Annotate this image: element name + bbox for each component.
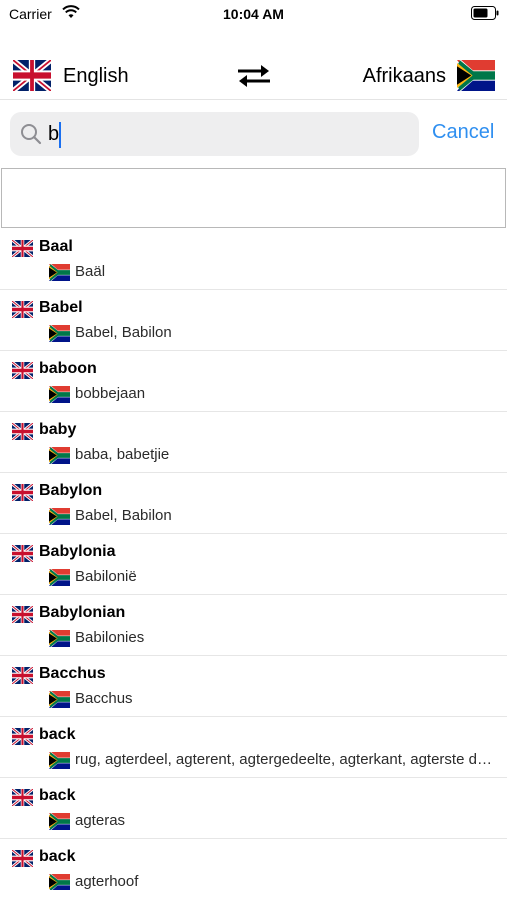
south-africa-flag-icon xyxy=(49,264,70,281)
uk-flag-icon xyxy=(12,362,33,379)
uk-flag-icon xyxy=(12,667,33,684)
result-translation: Babel, Babilon xyxy=(75,507,172,524)
result-word: Babylonian xyxy=(39,604,126,621)
search-field[interactable] xyxy=(10,112,419,156)
result-translation: Baäl xyxy=(75,263,106,280)
result-translation: Babel, Babilon xyxy=(75,324,172,341)
south-africa-flag-icon xyxy=(49,691,70,708)
south-africa-flag-icon xyxy=(49,386,70,403)
result-translation: bobbejaan xyxy=(75,385,146,402)
uk-flag-icon xyxy=(12,301,33,318)
uk-flag-icon xyxy=(12,484,33,501)
result-row[interactable]: back agterhoof xyxy=(0,839,507,890)
result-row[interactable]: back rug, agterdeel, agterent, agtergedee… xyxy=(0,717,507,778)
result-word: back xyxy=(39,726,76,743)
cancel-button[interactable]: Cancel xyxy=(432,121,494,144)
result-row[interactable]: baboon bobbejaan xyxy=(0,351,507,412)
uk-flag-icon xyxy=(12,789,33,806)
empty-panel xyxy=(1,168,506,228)
result-word: baby xyxy=(39,421,77,438)
south-africa-flag-icon xyxy=(49,569,70,586)
result-row[interactable]: Babylonia Babilonië xyxy=(0,534,507,595)
uk-flag-icon xyxy=(12,545,33,562)
south-africa-flag-icon xyxy=(49,325,70,342)
search-input[interactable] xyxy=(48,120,408,148)
result-word: Babylon xyxy=(39,482,103,499)
south-africa-flag-icon xyxy=(49,447,70,464)
result-translation: baba, babetjie xyxy=(75,446,170,463)
result-word: back xyxy=(39,787,76,804)
result-word: baboon xyxy=(39,360,97,377)
result-row[interactable]: back agteras xyxy=(0,778,507,839)
target-language-label[interactable]: Afrikaans xyxy=(363,65,446,88)
south-africa-flag-icon xyxy=(49,630,70,647)
result-translation: rug, agterdeel, agterent, agtergedeelte,… xyxy=(75,751,495,768)
results-list[interactable]: Baal Baäl Babel Babel, Babilon baboon bobbeja… xyxy=(0,229,507,890)
result-translation: Bacchus xyxy=(75,690,133,707)
status-time: 10:04 AM xyxy=(223,6,284,22)
result-translation: Babilonië xyxy=(75,568,137,585)
source-language-label[interactable]: English xyxy=(63,65,129,88)
result-word: Babylonia xyxy=(39,543,116,560)
result-word: Babel xyxy=(39,299,83,316)
status-bar: Carrier 10:04 AM xyxy=(0,0,507,28)
uk-flag-icon xyxy=(12,850,33,867)
search-icon xyxy=(21,124,42,145)
language-bar: English Afrikaans xyxy=(0,50,507,100)
uk-flag-icon xyxy=(12,240,33,257)
south-africa-flag-icon[interactable] xyxy=(457,60,495,91)
text-cursor xyxy=(59,122,61,148)
uk-flag-icon[interactable] xyxy=(13,60,51,91)
uk-flag-icon xyxy=(12,423,33,440)
uk-flag-icon xyxy=(12,606,33,623)
result-row[interactable]: baby baba, babetjie xyxy=(0,412,507,473)
result-word: back xyxy=(39,848,76,865)
result-translation: Babilonies xyxy=(75,629,145,646)
south-africa-flag-icon xyxy=(49,508,70,525)
south-africa-flag-icon xyxy=(49,752,70,769)
result-translation: agterhoof xyxy=(75,873,139,890)
south-africa-flag-icon xyxy=(49,813,70,830)
result-word: Baal xyxy=(39,238,73,255)
result-row[interactable]: Baal Baäl xyxy=(0,229,507,290)
uk-flag-icon xyxy=(12,728,33,745)
result-row[interactable]: Babel Babel, Babilon xyxy=(0,290,507,351)
result-row[interactable]: Babylon Babel, Babilon xyxy=(0,473,507,534)
swap-languages-button[interactable] xyxy=(233,62,275,90)
result-translation: agteras xyxy=(75,812,126,829)
swap-arrows-icon xyxy=(238,65,270,87)
south-africa-flag-icon xyxy=(49,874,70,890)
result-row[interactable]: Babylonian Babilonies xyxy=(0,595,507,656)
result-word: Bacchus xyxy=(39,665,106,682)
battery-icon xyxy=(471,6,499,20)
result-row[interactable]: Bacchus Bacchus xyxy=(0,656,507,717)
